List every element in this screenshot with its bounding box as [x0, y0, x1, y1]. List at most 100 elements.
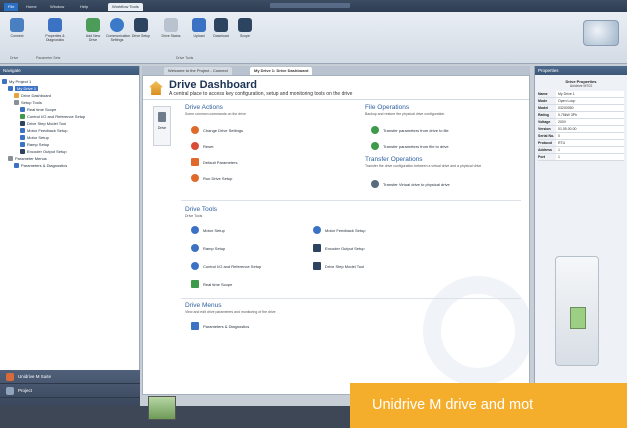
tree-item[interactable]: Motor Feedback Setup [2, 127, 137, 134]
encoder-output-setup-link[interactable]: Encoder Output Setup [313, 244, 365, 252]
section-drive-actions: Drive Actions Some common commands on th… [185, 104, 315, 116]
connect-label: Connect [10, 34, 24, 38]
property-row: Rating 0.75kW 3Ph [538, 112, 624, 119]
drive-menus-title: Drive Menus [185, 302, 222, 309]
scope-icon [238, 18, 252, 32]
download-button[interactable]: Download [210, 16, 232, 52]
section-transfer-operations: Transfer Operations Transfer the drive c… [365, 156, 495, 168]
control-io-label: Control I/O and Reference Setup [203, 263, 262, 269]
tree-item-icon [8, 156, 13, 161]
property-value[interactable]: 1 [556, 154, 624, 160]
tree-item-label: My Project 1 [9, 79, 32, 84]
property-value[interactable]: 200V [556, 119, 624, 125]
ribbon: Connect Properties & Diagnostics Add New… [0, 12, 627, 64]
motor-feedback-setup-link[interactable]: Motor Feedback Setup [313, 226, 365, 234]
tree-item[interactable]: Ramp Setup [2, 141, 137, 148]
tab-drive-dashboard[interactable]: My Drive 1: Drive Dashboard [250, 67, 313, 75]
nav-project-button[interactable]: Project [0, 384, 140, 398]
properties-diagnostics-button[interactable]: Properties & Diagnostics [44, 16, 66, 52]
run-setup-icon [191, 174, 199, 182]
project-label: Project [18, 388, 33, 393]
motor-setup-link[interactable]: Motor Setup [191, 226, 225, 234]
property-value[interactable]: 1 [556, 147, 624, 153]
property-value[interactable]: 0.75kW 3Ph [556, 112, 624, 118]
ribbon-tab-home[interactable]: Home [22, 3, 41, 11]
reset-icon [191, 142, 199, 150]
tree-item-label: Setup Tools [21, 100, 42, 105]
connect-button[interactable]: Connect [6, 16, 28, 52]
tree-item[interactable]: Motor Setup [2, 134, 137, 141]
motor-feedback-label: Motor Feedback Setup [325, 227, 366, 233]
change-drive-settings-link[interactable]: Change Drive Settings [191, 126, 243, 134]
tree-item[interactable]: Drive Step Model Tool [2, 120, 137, 127]
tree-item[interactable]: Setup Tools [2, 99, 137, 106]
properties-icon [48, 18, 62, 32]
property-value[interactable]: 03200050 [556, 105, 624, 111]
drive-status-button[interactable]: Drive Status [160, 16, 182, 52]
tree-item[interactable]: Encoder Output Setup [2, 148, 137, 155]
drive-tools-desc: Drive Tools [185, 214, 203, 218]
property-key: Serial No. [538, 134, 555, 138]
drive-side-button[interactable]: Drive [153, 106, 171, 146]
parameters-icon [191, 322, 199, 330]
control-io-setup-link[interactable]: Control I/O and Reference Setup [191, 262, 261, 270]
drive-step-model-tool-link[interactable]: Drive Step Model Tool [313, 262, 364, 270]
unidrive-suite-label: Unidrive M Suite [18, 374, 52, 379]
navigation-bottom: Unidrive M Suite Project [0, 370, 140, 406]
communication-settings-button[interactable]: Communication Settings [106, 16, 130, 52]
tree-item[interactable]: My Project 1 [2, 78, 137, 85]
tree-item[interactable]: Parameter Menus [2, 155, 137, 162]
upload-button[interactable]: Upload [188, 16, 210, 52]
ribbon-group-drive-tools: Drive Tools [176, 56, 194, 60]
tree-item[interactable]: Real time Scope [2, 106, 137, 113]
ribbon-tab-file[interactable]: File [4, 3, 19, 11]
property-value[interactable]: 01.05.00.00 [556, 126, 624, 132]
property-value[interactable]: RTU [556, 140, 624, 146]
tree-item[interactable]: Drive Dashboard [2, 92, 137, 99]
title-bar: File Home Window Help Workflow Tools [0, 0, 627, 12]
ribbon-tab-window[interactable]: Window [46, 3, 68, 11]
parameters-diagnostics-link[interactable]: Parameters & Diagnostics [191, 322, 249, 330]
drive-setup-button[interactable]: Drive Setup [130, 16, 152, 52]
real-time-scope-label: Real time Scope [203, 281, 233, 287]
nav-unidrive-suite-button[interactable]: Unidrive M Suite [0, 370, 140, 384]
tree-item[interactable]: Parameters & Diagnostics [2, 162, 137, 169]
encoder-output-label: Encoder Output Setup [325, 245, 365, 251]
ribbon-tab-help[interactable]: Help [76, 3, 92, 11]
real-time-scope-link[interactable]: Real time Scope [191, 280, 232, 288]
transfer-virtual-to-physical-link[interactable]: Transfer Virtual drive to physical drive [371, 180, 450, 188]
project-icon [6, 386, 14, 395]
parameters-diagnostics-label: Parameters & Diagnostics [203, 323, 250, 329]
properties-panel: Properties Drive Properties Unidrive M70… [534, 66, 627, 406]
run-drive-setup-link[interactable]: Run Drive Setup [191, 174, 232, 182]
tree-item[interactable]: Control I/O and Reference Setup [2, 113, 137, 120]
transfer-drive-to-file-link[interactable]: Transfer parameters from drive to file [371, 126, 449, 134]
transfer-virtual-label: Transfer Virtual drive to physical drive [383, 181, 450, 187]
file-operations-desc: Backup and restore the physical drive co… [365, 112, 445, 116]
add-new-drive-button[interactable]: Add New Drive [82, 16, 104, 52]
property-value[interactable]: My Drive 1 [556, 91, 624, 97]
property-key: Address [538, 148, 553, 152]
scope-button[interactable]: Scope [234, 16, 256, 52]
communication-icon [110, 18, 124, 32]
tree-item-label: Parameters & Diagnostics [21, 163, 68, 168]
section-drive-tools: Drive Tools Drive Tools [185, 206, 315, 218]
property-value[interactable]: 0 [556, 133, 624, 139]
section-divider [181, 298, 521, 299]
settings-icon [191, 126, 199, 134]
tab-welcome[interactable]: Welcome to the Project - Connect [164, 67, 232, 75]
tree-item[interactable]: My Drive 1 [2, 85, 137, 92]
drive-thumbnail[interactable] [148, 396, 176, 420]
ribbon-tab-workflow-tools[interactable]: Workflow Tools [108, 3, 143, 11]
transfer-file-to-drive-label: Transfer parameters from file to drive [383, 143, 449, 149]
ramp-setup-link[interactable]: Ramp Setup [191, 244, 225, 252]
ribbon-group-drive: Drive [10, 56, 19, 60]
download-icon [214, 18, 228, 32]
reset-link[interactable]: Reset [191, 142, 213, 150]
ribbon-group-parameter-sets: Parameter Sets [36, 56, 61, 60]
motor-setup-label: Motor Setup [203, 227, 225, 233]
transfer-file-to-drive-link[interactable]: Transfer parameters from file to drive [371, 142, 449, 150]
property-value[interactable]: Open Loop [556, 98, 624, 104]
default-parameters-link[interactable]: Default Parameters [191, 158, 237, 166]
drive-icon [158, 112, 166, 122]
